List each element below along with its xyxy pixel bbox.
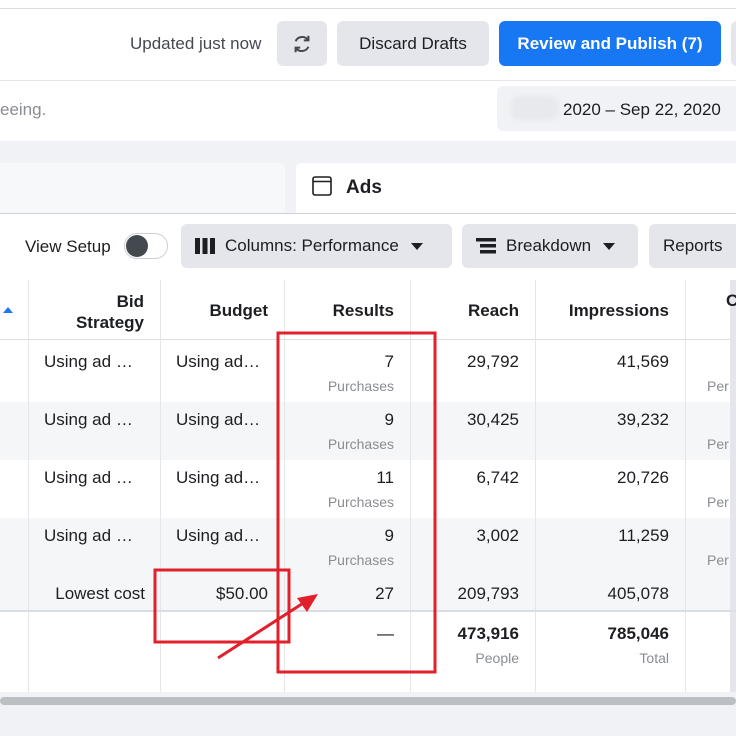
discard-drafts-button[interactable]: Discard Drafts bbox=[337, 21, 489, 66]
column-divider bbox=[535, 280, 536, 692]
cell-bid: Using ad … bbox=[44, 410, 133, 429]
header-results[interactable]: Results bbox=[294, 301, 394, 321]
cell-impressions: 405,078 bbox=[607, 584, 669, 603]
view-setup-label: View Setup bbox=[25, 237, 111, 256]
cell-results-sub: Purchases bbox=[327, 494, 394, 510]
date-range-label: 2020 – Sep 22, 2020 bbox=[563, 100, 721, 119]
cell-reach: 209,793 bbox=[457, 584, 519, 603]
header-bid-line1: Bid bbox=[116, 292, 144, 311]
cell-budget: Using ad… bbox=[176, 526, 261, 545]
columns-icon bbox=[195, 238, 215, 254]
reports-button[interactable]: Reports bbox=[649, 224, 736, 268]
cell-results: 11 bbox=[376, 468, 394, 487]
columns-label: Columns: Performance bbox=[225, 236, 399, 255]
updated-status: Updated just now bbox=[130, 34, 262, 53]
cell-reach: 3,002 bbox=[476, 526, 519, 545]
cell-next-sub: Per bbox=[707, 378, 729, 394]
cell-budget: Using ad… bbox=[176, 352, 261, 371]
cell-reach: 30,425 bbox=[467, 410, 519, 429]
header-reach[interactable]: Reach bbox=[420, 301, 519, 321]
table-edge bbox=[730, 280, 736, 692]
divider bbox=[0, 8, 736, 9]
cell-budget: Using ad… bbox=[176, 410, 261, 429]
breakdown-button[interactable]: Breakdown bbox=[462, 224, 638, 268]
breakdown-label: Breakdown bbox=[506, 236, 592, 255]
horizontal-scrollbar[interactable] bbox=[0, 697, 736, 705]
more-button[interactable] bbox=[731, 21, 736, 66]
total-reach-sub: People bbox=[475, 650, 519, 666]
cell-reach: 6,742 bbox=[476, 468, 519, 487]
column-divider bbox=[160, 280, 161, 692]
total-impressions: 785,046 bbox=[607, 624, 669, 643]
chevron-down-icon bbox=[603, 242, 616, 250]
cell-bid: Using ad … bbox=[44, 352, 133, 371]
columns-button[interactable]: Columns: Performance bbox=[181, 224, 452, 268]
cell-next-sub: Per bbox=[707, 552, 729, 568]
header-next[interactable]: C bbox=[726, 291, 736, 311]
cell-impressions: 39,232 bbox=[617, 410, 669, 429]
cell-results: 9 bbox=[384, 526, 394, 545]
total-results: — bbox=[377, 624, 394, 643]
cell-results: 9 bbox=[384, 410, 394, 429]
header-bid-line2: Strategy bbox=[75, 313, 144, 332]
reports-label: Reports bbox=[663, 236, 723, 255]
column-divider bbox=[28, 280, 29, 692]
redacted-date bbox=[511, 96, 559, 120]
window-icon bbox=[312, 176, 332, 196]
refresh-icon bbox=[294, 35, 310, 52]
sort-asc-icon[interactable] bbox=[2, 306, 14, 314]
refresh-button[interactable] bbox=[277, 21, 327, 66]
column-divider bbox=[685, 280, 686, 692]
tab-ad-sets[interactable] bbox=[0, 163, 285, 213]
header-budget[interactable]: Budget bbox=[170, 301, 268, 321]
cell-impressions: 11,259 bbox=[618, 526, 669, 545]
review-publish-button[interactable]: Review and Publish (7) bbox=[499, 21, 721, 66]
cell-bid: Using ad … bbox=[44, 526, 133, 545]
cell-bid: Using ad … bbox=[44, 468, 133, 487]
cell-budget: $50.00 bbox=[216, 584, 268, 603]
cell-impressions: 20,726 bbox=[617, 468, 669, 487]
cell-impressions: 41,569 bbox=[617, 352, 669, 371]
toggle-knob bbox=[126, 235, 148, 257]
total-reach: 473,916 bbox=[457, 624, 519, 643]
cell-next-sub: Per bbox=[707, 436, 729, 452]
header-bid-strategy[interactable]: Bid Strategy bbox=[60, 291, 144, 333]
column-divider bbox=[410, 280, 411, 692]
column-divider bbox=[284, 280, 285, 692]
cell-results-sub: Purchases bbox=[327, 378, 394, 394]
header-impressions[interactable]: Impressions bbox=[545, 301, 669, 321]
cell-bid: Lowest cost bbox=[55, 584, 145, 603]
cell-budget: Using ad… bbox=[176, 468, 261, 487]
totals-divider bbox=[0, 610, 736, 612]
cell-results: 7 bbox=[384, 352, 394, 371]
chevron-down-icon bbox=[410, 242, 423, 250]
tab-ads-label: Ads bbox=[346, 177, 382, 198]
breakdown-icon bbox=[476, 238, 496, 254]
cell-results-sub: Purchases bbox=[327, 436, 394, 452]
total-impressions-sub: Total bbox=[639, 650, 669, 666]
cell-results: 27 bbox=[375, 584, 394, 603]
cell-results-sub: Purchases bbox=[327, 552, 394, 568]
status-text: eeing. bbox=[0, 100, 47, 119]
cell-reach: 29,792 bbox=[467, 352, 519, 371]
cell-next-sub: Per bbox=[707, 494, 729, 510]
